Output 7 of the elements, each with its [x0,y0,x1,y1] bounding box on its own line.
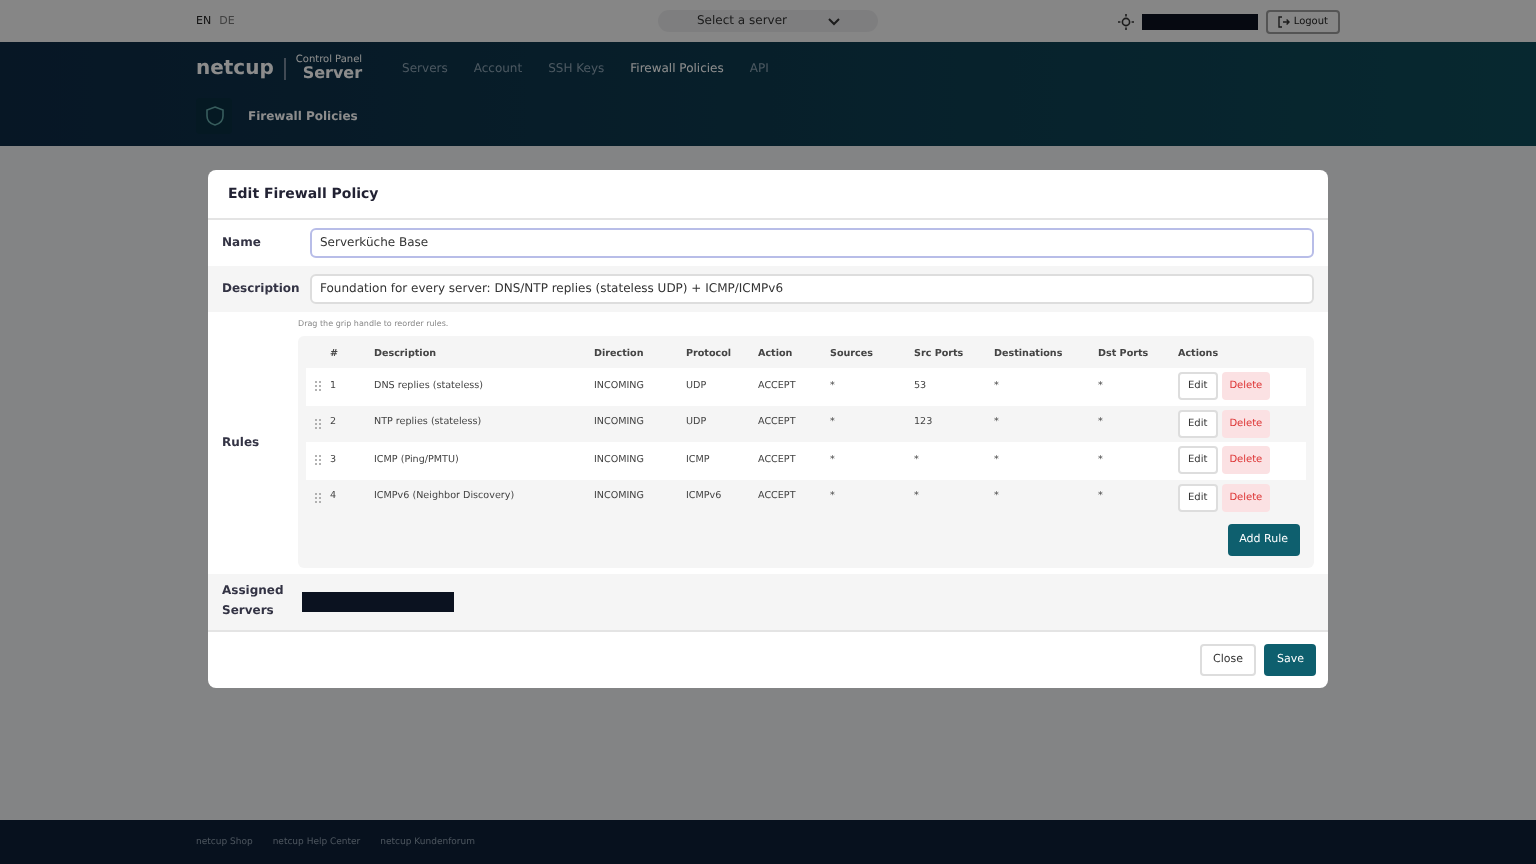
logout-icon [1277,15,1290,27]
redaction-bar [1141,13,1258,29]
shield-icon [196,98,232,134]
brand-logo[interactable]: netcup [196,57,286,79]
chevron-icon [827,17,839,25]
sun-icon[interactable] [1117,13,1134,29]
product-logo: Server [302,65,363,81]
